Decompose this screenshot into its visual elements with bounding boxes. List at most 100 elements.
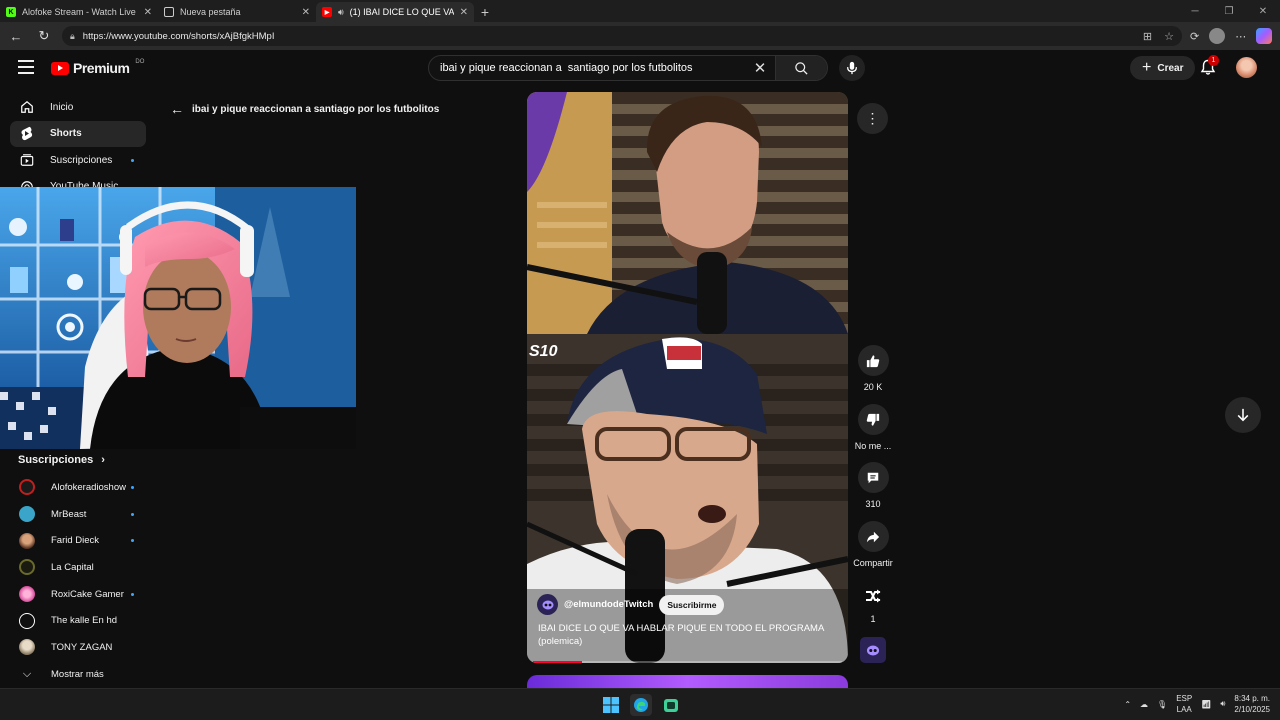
copilot-icon[interactable] <box>1256 28 1273 44</box>
dislike-button[interactable]: No me ... <box>853 404 893 451</box>
back-icon[interactable]: ← <box>6 26 26 46</box>
restore-icon[interactable]: ❐ <box>1212 0 1246 22</box>
windows-start-icon[interactable] <box>600 694 622 716</box>
subscription-item[interactable]: Farid Dieck <box>0 527 150 554</box>
create-label: Crear <box>1157 62 1184 74</box>
notifications-button[interactable]: 1 <box>1200 55 1219 77</box>
sidebar-item-label: Suscripciones <box>50 154 113 166</box>
browser-tab[interactable]: Nueva pestaña ✕ <box>158 2 316 22</box>
close-tab-icon[interactable]: ✕ <box>302 7 310 18</box>
logo-text: Premium <box>73 60 130 76</box>
show-more-button[interactable]: ⌵ Mostrar más <box>0 661 150 688</box>
clock[interactable]: 8:34 p. m. 2/10/2025 <box>1234 693 1270 715</box>
audio-track-thumbnail[interactable] <box>860 637 886 663</box>
account-avatar[interactable] <box>1236 57 1257 78</box>
new-tab-favicon-icon <box>164 7 174 17</box>
short-video-player[interactable]: S10 @elmundodeTwitch Suscribirme IBAI DI… <box>527 92 848 663</box>
subscription-item[interactable]: La Capital <box>0 554 150 581</box>
language-indicator[interactable]: ESP LAA <box>1176 693 1192 715</box>
new-content-dot <box>131 592 134 596</box>
subscription-item[interactable]: TONY ZAGAN <box>0 634 150 661</box>
notification-badge: 1 <box>1208 55 1219 66</box>
windows-taskbar: ⌃ ☁︎ 🎙︎ ESP LAA 📶︎ 🔊︎ 8:34 p. m. 2/10/20… <box>0 688 1280 720</box>
clear-search-icon[interactable]: ✕ <box>745 59 775 77</box>
create-button[interactable]: + Crear <box>1130 56 1196 80</box>
share-icon <box>866 531 880 542</box>
subscriptions-list: Alofokeradioshow MrBeast Farid Dieck La … <box>0 474 150 688</box>
subscription-item[interactable]: RoxiCake Gamer <box>0 581 150 608</box>
chevron-down-icon: ⌵ <box>22 667 32 680</box>
favorite-star-icon[interactable]: ☆ <box>1164 30 1174 43</box>
channel-avatar <box>19 612 35 629</box>
tab-title: Alofoke Stream - Watch Live on K <box>22 7 138 17</box>
search-input[interactable]: ibai y pique reaccionan a santiago por l… <box>429 62 745 74</box>
close-tab-icon[interactable]: ✕ <box>460 7 468 18</box>
keyboard-layout: LAA <box>1176 705 1192 714</box>
wifi-icon[interactable]: 📶︎ <box>1201 700 1211 709</box>
subscription-item[interactable]: Alofokeradioshow <box>0 474 150 501</box>
menu-icon[interactable] <box>18 60 34 74</box>
reload-icon[interactable]: ↻ <box>34 26 54 46</box>
close-tab-icon[interactable]: ✕ <box>144 7 152 18</box>
like-count: 20 K <box>863 382 883 392</box>
comments-button[interactable]: 310 <box>853 462 893 509</box>
apps-icon[interactable]: ⊞ <box>1143 30 1152 43</box>
back-arrow-icon: ← <box>170 101 184 117</box>
show-more-label: Mostrar más <box>51 668 104 680</box>
channel-name[interactable]: @elmundodeTwitch <box>564 599 653 610</box>
edge-browser-icon[interactable] <box>630 694 652 716</box>
microphone-tray-icon[interactable]: 🎙︎ <box>1157 700 1167 709</box>
more-options-button[interactable]: ⋮ <box>857 103 888 134</box>
remix-button[interactable]: 1 <box>853 580 893 624</box>
video-progress-bar[interactable] <box>533 661 842 663</box>
close-window-icon[interactable]: ✕ <box>1246 0 1280 22</box>
minimize-icon[interactable]: ─ <box>1178 0 1212 22</box>
streamer-camera-image <box>0 187 356 449</box>
channel-avatar <box>19 532 35 549</box>
sidebar-item-home[interactable]: Inicio <box>10 94 146 121</box>
browser-tab[interactable]: K Alofoke Stream - Watch Live on K ✕ <box>0 2 158 22</box>
video-overlay-text: S10 <box>529 343 558 360</box>
chevron-up-icon[interactable]: ⌃ <box>1124 700 1131 709</box>
search-button[interactable] <box>775 56 827 80</box>
dislike-circle <box>857 404 889 435</box>
kick-favicon-icon: K <box>6 7 16 17</box>
channel-avatar <box>19 506 35 523</box>
volume-icon[interactable]: 🔊︎ <box>1220 699 1225 709</box>
refresh-extension-icon[interactable]: ⟳ <box>1190 30 1199 43</box>
sidebar-item-subscriptions[interactable]: Suscripciones <box>10 147 146 174</box>
url-field[interactable]: 🔒︎ https://www.youtube.com/shorts/xAjBfg… <box>62 26 1182 46</box>
profile-icon[interactable] <box>1209 28 1226 44</box>
channel-avatar[interactable] <box>537 594 558 615</box>
subscription-item[interactable]: MrBeast <box>0 501 150 528</box>
like-button[interactable]: 20 K <box>853 345 893 392</box>
system-tray: ⌃ ☁︎ 🎙︎ ESP LAA 📶︎ 🔊︎ 8:34 p. m. 2/10/20… <box>1124 693 1270 715</box>
channel-name: Alofokeradioshow <box>51 481 126 493</box>
remix-icon <box>866 589 881 602</box>
new-tab-button[interactable]: + <box>474 2 496 22</box>
remix-circle <box>858 580 889 611</box>
comment-count: 310 <box>865 499 881 509</box>
channel-avatar <box>19 479 35 496</box>
youtube-premium-logo[interactable]: Premium DO <box>51 59 144 76</box>
video-progress-fill <box>533 661 583 663</box>
subscriptions-section-title[interactable]: Suscripciones › <box>18 454 105 466</box>
speaker-icon[interactable]: 🔊︎ <box>338 7 344 18</box>
subscribe-button[interactable]: Suscribirme <box>659 594 725 615</box>
share-button[interactable]: Compartir <box>853 521 893 568</box>
browser-tab-active[interactable]: ▶ 🔊︎ (1) IBAI DICE LO QUE VA HABLAR ✕ <box>316 2 474 22</box>
more-options-icon[interactable]: ⋯ <box>1235 30 1246 43</box>
subscription-item[interactable]: The kalle En hd <box>0 607 150 634</box>
store-app-icon[interactable] <box>660 694 682 716</box>
next-short-button[interactable] <box>1225 397 1261 433</box>
sidebar-item-shorts[interactable]: Shorts <box>10 120 146 147</box>
youtube-header: Premium DO ibai y pique reaccionan a san… <box>0 50 1280 86</box>
subscriptions-icon <box>19 153 34 168</box>
tab-title: (1) IBAI DICE LO QUE VA HABLAR <box>349 7 454 17</box>
channel-name: RoxiCake Gamer <box>51 588 124 600</box>
back-to-search[interactable]: ← ibai y pique reaccionan a santiago por… <box>170 101 439 117</box>
offline-cloud-icon[interactable]: ☁︎ <box>1140 700 1148 709</box>
arrow-down-icon <box>1237 408 1249 422</box>
comment-icon <box>867 472 879 483</box>
voice-search-button[interactable] <box>839 55 865 81</box>
